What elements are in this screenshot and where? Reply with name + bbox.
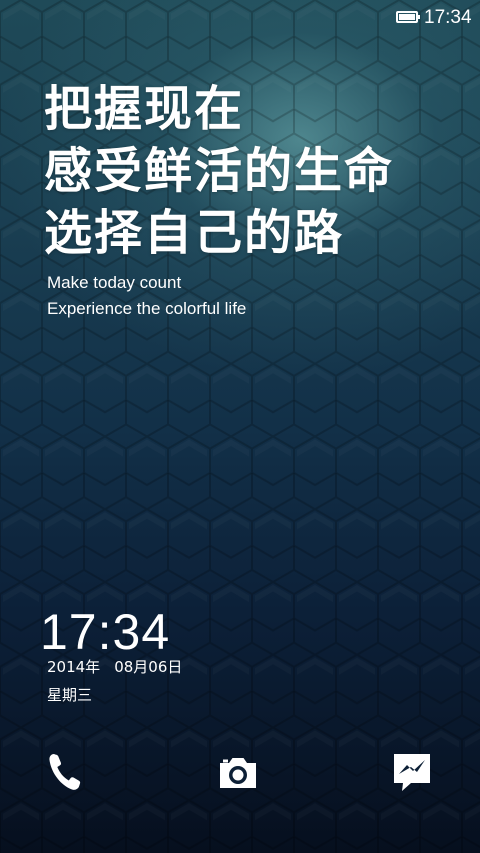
slogan-english-line: Make today count <box>47 273 182 292</box>
lock-date: 2014年 08月06日 <box>47 656 182 678</box>
phone-icon <box>49 754 81 790</box>
message-icon <box>394 754 430 791</box>
battery-full-icon <box>396 11 420 23</box>
date-year: 2014年 <box>47 658 101 676</box>
status-time: 17:34 <box>424 7 472 28</box>
slogan-chinese: 把握现在 感受鲜活的生命 选择自己的路 <box>44 78 394 264</box>
slogan-line: 把握现在 <box>44 81 245 137</box>
date-day: 08月06日 <box>114 658 183 676</box>
slogan-english-line: Experience the colorful life <box>47 299 247 318</box>
phone-shortcut-button[interactable] <box>42 748 90 796</box>
camera-shortcut-button[interactable] <box>214 748 262 796</box>
status-bar: 17:34 <box>0 0 480 36</box>
slogan-english: Make today count Experience the colorful… <box>47 270 246 322</box>
lock-clock: 17:34 <box>40 604 171 660</box>
lock-screen: 17:34 把握现在 感受鲜活的生命 选择自己的路 Make today cou… <box>0 0 480 853</box>
slogan-line: 选择自己的路 <box>44 205 345 261</box>
slogan-line: 感受鲜活的生命 <box>44 143 395 199</box>
camera-icon <box>220 758 256 788</box>
message-shortcut-button[interactable] <box>388 748 436 796</box>
lock-weekday: 星期三 <box>47 686 93 704</box>
